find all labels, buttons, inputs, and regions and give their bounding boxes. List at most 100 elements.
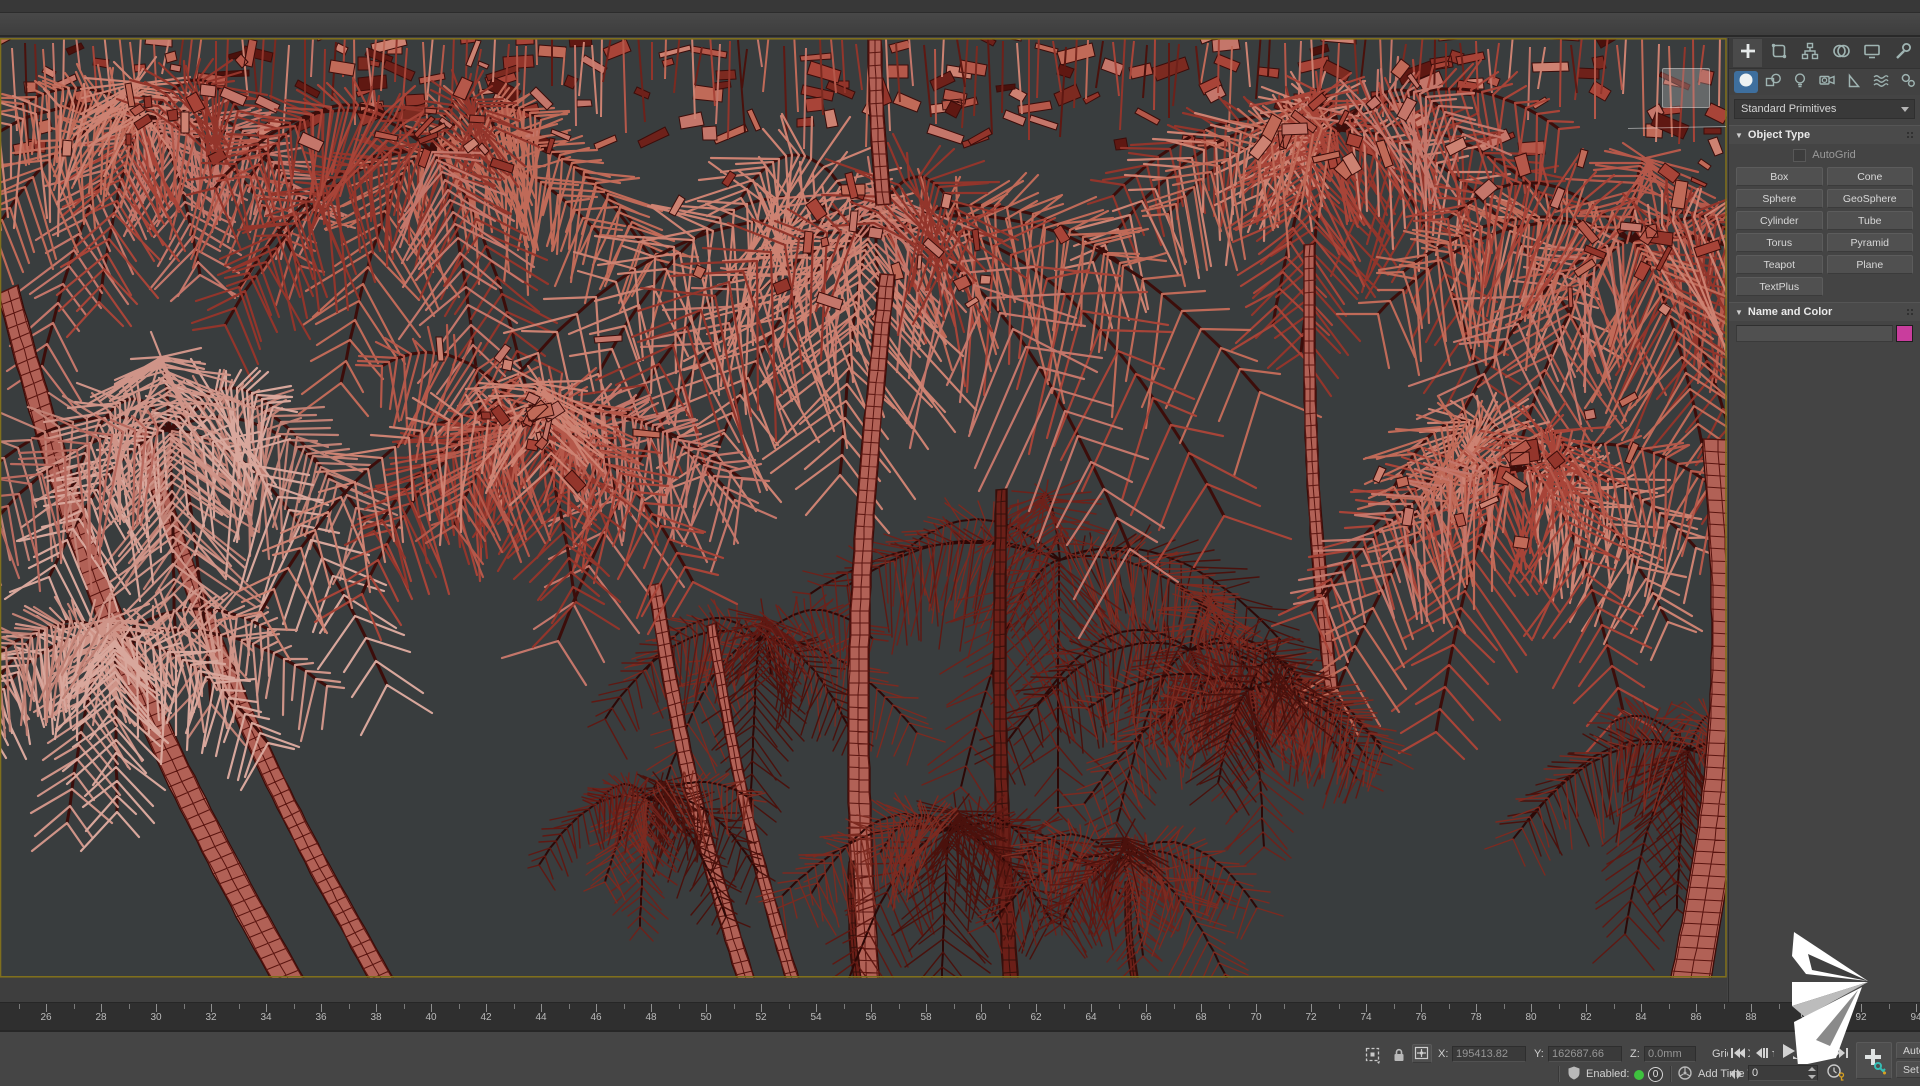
timeline-tick <box>1201 1004 1202 1012</box>
set-key-button[interactable]: Set Ke <box>1896 1061 1920 1078</box>
object-name-field[interactable] <box>1736 325 1893 342</box>
name-color-row <box>1736 325 1913 342</box>
rollout-grip-icon <box>1906 131 1914 139</box>
timeline-label: 62 <box>1030 1012 1041 1023</box>
key-mode-toggle-icon[interactable] <box>1728 1067 1744 1085</box>
subtab-geometry[interactable] <box>1734 71 1758 93</box>
main-toolbar <box>0 13 1920 37</box>
tab-utilities[interactable] <box>1888 39 1917 67</box>
subtab-systems[interactable] <box>1896 71 1920 93</box>
subtab-lights[interactable] <box>1788 71 1812 93</box>
timeline-tick <box>1916 1004 1917 1012</box>
subtab-cameras[interactable] <box>1815 71 1839 93</box>
frame-spinner-down[interactable] <box>1808 1075 1816 1079</box>
timeline-tick <box>321 1004 322 1012</box>
timeline-tick <box>211 1004 212 1012</box>
timeline-label: 46 <box>590 1012 601 1023</box>
timeline-label: 82 <box>1580 1012 1591 1023</box>
filters-shield-icon[interactable] <box>1566 1065 1582 1086</box>
timeline-label: 88 <box>1745 1012 1756 1023</box>
create-subtabs <box>1729 69 1920 95</box>
goto-start-button[interactable] <box>1728 1044 1748 1062</box>
timeline-label: 44 <box>535 1012 546 1023</box>
timeline-tick <box>156 1004 157 1012</box>
name-color-title: Name and Color <box>1748 306 1906 318</box>
sphere-button[interactable]: Sphere <box>1736 189 1823 208</box>
timeline-label: 58 <box>920 1012 931 1023</box>
timeline-tick <box>1311 1004 1312 1012</box>
timeline-label: 70 <box>1250 1012 1261 1023</box>
tab-modify[interactable] <box>1764 39 1793 67</box>
timeline-tick <box>624 1004 625 1009</box>
object-color-swatch[interactable] <box>1896 325 1913 342</box>
name-color-rollout-header[interactable]: ▼ Name and Color <box>1729 302 1920 321</box>
tab-motion[interactable] <box>1826 39 1855 67</box>
subtab-helpers[interactable] <box>1842 71 1866 93</box>
timeline-tick <box>761 1004 762 1012</box>
pyramid-button[interactable]: Pyramid <box>1827 233 1914 252</box>
timeline-tick <box>1366 1004 1367 1012</box>
timeline-label: 76 <box>1415 1012 1426 1023</box>
category-value: Standard Primitives <box>1741 103 1836 115</box>
frame-spinner-up[interactable] <box>1808 1067 1816 1071</box>
timeline-tick <box>404 1004 405 1009</box>
torus-button[interactable]: Torus <box>1736 233 1823 252</box>
cylinder-button[interactable]: Cylinder <box>1736 211 1823 230</box>
autogrid-checkbox[interactable] <box>1793 149 1806 162</box>
subtab-space-warps[interactable] <box>1869 71 1893 93</box>
auto-key-button[interactable]: Auto K <box>1896 1042 1920 1059</box>
y-coord-field[interactable]: 162687.66 <box>1548 1046 1622 1062</box>
autogrid-row: AutoGrid <box>1729 146 1920 164</box>
enabled-indicator <box>1634 1070 1644 1080</box>
title-bar <box>0 0 1920 13</box>
timeline-tick <box>734 1004 735 1009</box>
viewcube-placeholder[interactable] <box>1662 68 1710 108</box>
primitive-category-dropdown[interactable]: Standard Primitives <box>1734 99 1915 119</box>
timeline-tick <box>541 1004 542 1012</box>
timeline-tick <box>706 1004 707 1012</box>
timeline-tick <box>1586 1004 1587 1012</box>
timeline-label: 50 <box>700 1012 711 1023</box>
teapot-button[interactable]: Teapot <box>1736 255 1823 274</box>
viewport-canvas[interactable] <box>0 38 1727 978</box>
timeline-label: 26 <box>40 1012 51 1023</box>
tab-hierarchy[interactable] <box>1795 39 1824 67</box>
timeline-tick <box>1009 1004 1010 1009</box>
timeline-tick <box>1696 1004 1697 1012</box>
time-slider-strip[interactable] <box>0 978 1727 1003</box>
timeline-label: 30 <box>150 1012 161 1023</box>
tab-create[interactable] <box>1733 39 1762 67</box>
tube-button[interactable]: Tube <box>1827 211 1914 230</box>
lights-bulb-icon <box>1791 71 1809 94</box>
plane-button[interactable]: Plane <box>1827 255 1914 274</box>
time-configuration-icon[interactable] <box>1826 1063 1846 1086</box>
timeline-tick <box>569 1004 570 1009</box>
absolute-mode-button[interactable] <box>1412 1044 1432 1063</box>
timeline-tick <box>1531 1004 1532 1012</box>
selection-lock-icon[interactable] <box>1390 1046 1408 1069</box>
track-bar-ruler[interactable]: 2628303234363840424446485052545658606264… <box>0 1002 1920 1031</box>
x-coord-field[interactable]: 195413.82 <box>1452 1046 1526 1062</box>
timeline-tick <box>954 1004 955 1009</box>
timeline-label: 28 <box>95 1012 106 1023</box>
timeline-tick <box>1641 1004 1642 1012</box>
isolate-selection-icon[interactable] <box>1364 1046 1382 1069</box>
rollout-grip-icon <box>1906 308 1914 316</box>
timeline-tick <box>74 1004 75 1009</box>
previous-frame-button[interactable] <box>1750 1044 1772 1062</box>
box-button[interactable]: Box <box>1736 167 1823 186</box>
z-coord-field[interactable]: 0.0mm <box>1644 1046 1696 1062</box>
time-tag-wheel-icon[interactable] <box>1677 1065 1693 1086</box>
cone-button[interactable]: Cone <box>1827 167 1914 186</box>
cameras-icon <box>1818 71 1836 94</box>
timeline-label: 68 <box>1195 1012 1206 1023</box>
geosphere-button[interactable]: GeoSphere <box>1827 189 1914 208</box>
max-logo <box>1786 924 1878 1064</box>
object-type-rollout-header[interactable]: ▼ Object Type <box>1729 125 1920 144</box>
command-panel-tabs <box>1729 38 1920 69</box>
timeline-tick <box>349 1004 350 1009</box>
textplus-button[interactable]: TextPlus <box>1736 277 1823 296</box>
timeline-tick <box>1284 1004 1285 1009</box>
tab-display[interactable] <box>1857 39 1886 67</box>
subtab-shapes[interactable] <box>1761 71 1785 93</box>
